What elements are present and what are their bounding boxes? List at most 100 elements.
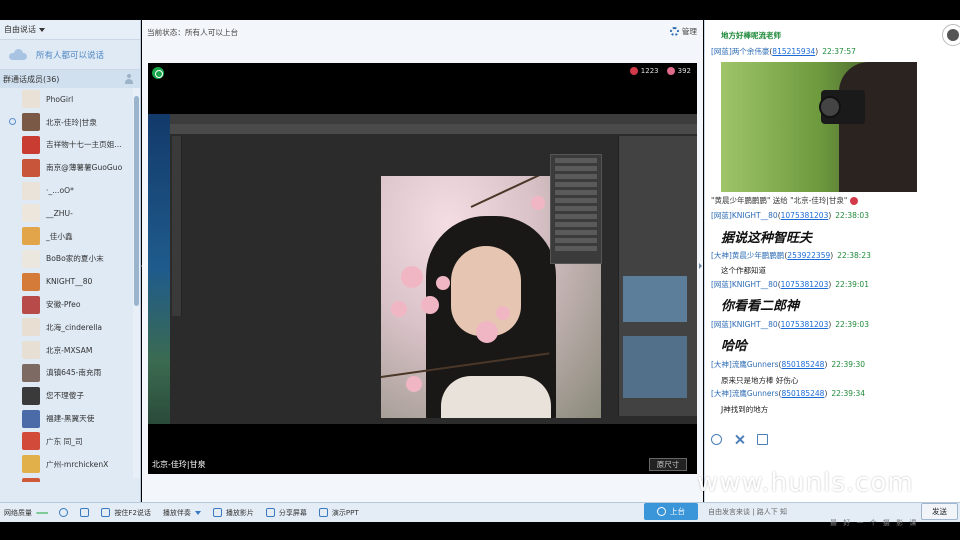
scissors-icon[interactable]: [734, 434, 745, 445]
desktop-strip: [148, 114, 170, 424]
speaker-icon: [80, 508, 90, 517]
on-stage-button[interactable]: 上台: [644, 503, 698, 520]
chat-message-text: J神找到的地方: [721, 405, 769, 414]
member-item[interactable]: 北海_cinderella: [0, 316, 132, 339]
member-name: PhoGirl: [46, 94, 74, 104]
avatar: [22, 135, 40, 154]
chat-input-hint: 自由发言来谈 | 路人下 知: [708, 508, 788, 516]
member-name: 贵阳-开始练习: [46, 481, 94, 482]
chevron-down-icon: [194, 510, 201, 515]
watermark: www.hunls.com: [697, 468, 914, 498]
chat-message-meta: [大神]流鹰Gunners(850185248) 22:39:30: [711, 360, 866, 369]
flower-count: 1223: [640, 67, 659, 75]
member-item[interactable]: 广东 同_司: [0, 430, 132, 453]
share-screen-button[interactable]: 分享屏幕: [265, 508, 307, 518]
speaking-icon: [9, 117, 16, 125]
member-name: __ZHU-: [46, 208, 73, 218]
member-item[interactable]: 贵阳-开始练习: [0, 476, 132, 482]
bottom-black-bar: [0, 522, 960, 540]
photoshop-menubar: [170, 114, 697, 124]
photoshop-history-panel: [550, 154, 602, 264]
checkbox-icon: [101, 508, 111, 517]
member-item[interactable]: 安徽-Pfeo: [0, 293, 132, 316]
image-icon[interactable]: [757, 434, 768, 445]
play-video-button[interactable]: 播放影片: [212, 508, 254, 518]
play-music-button[interactable]: 播放伴奏: [163, 508, 201, 518]
member-item[interactable]: 吉祥物十七一主页姐...: [0, 134, 132, 157]
signal-bars: ------: [36, 508, 48, 517]
member-item[interactable]: 北京-MXSAM: [0, 339, 132, 362]
original-size-button[interactable]: 原尺寸: [649, 458, 687, 471]
member-header: 群通话成员(36): [0, 70, 140, 88]
avatar: [22, 158, 40, 177]
avatar: [22, 249, 40, 268]
member-name: 北海_cinderella: [46, 322, 103, 332]
member-item[interactable]: ·_...oO*: [0, 179, 132, 202]
member-name: _佳小鑫: [46, 231, 73, 241]
avatar: [22, 272, 40, 291]
chat-message-text: 原来只是地方棒 好伤心: [721, 376, 799, 385]
member-item[interactable]: 福建-黑翼天使: [0, 407, 132, 430]
member-item[interactable]: 北京-佳玲|甘泉: [0, 111, 132, 134]
emoji-icon[interactable]: [711, 434, 722, 445]
member-name: 广州-mrchickenX: [46, 459, 109, 469]
member-count-label: 群通话成员(36): [3, 74, 60, 84]
member-name: ·_...oO*: [46, 186, 74, 196]
close-icon[interactable]: [942, 24, 960, 46]
speak-mode-label: 自由说话: [4, 25, 36, 34]
chat-message-meta: [网蓝]KNIGHT__80(1075381203) 22:38:03: [711, 211, 869, 220]
avatar: [22, 204, 40, 223]
avatar: [22, 90, 40, 109]
member-name: 滇镇645-南充雨: [46, 368, 102, 378]
speak-mode-dropdown[interactable]: 自由说话: [0, 20, 140, 40]
member-item[interactable]: PhoGirl: [0, 88, 132, 111]
push-to-talk-button[interactable]: 按住F2说话: [101, 508, 151, 518]
member-item[interactable]: KNIGHT__80: [0, 270, 132, 293]
top-black-bar: [0, 0, 960, 20]
chat-message-meta: [网蓝]KNIGHT__80(1075381203) 22:39:03: [711, 320, 869, 329]
chat-header-name: 地方好棒呢流老师: [721, 31, 781, 40]
member-name: 福建-黑翼天使: [46, 414, 95, 424]
gear-icon: [669, 27, 679, 36]
member-item[interactable]: 南京@薄薯薯GuoGuo: [0, 156, 132, 179]
ppt-button[interactable]: 演示PPT: [318, 508, 359, 518]
mic-button[interactable]: [59, 508, 69, 517]
collapse-right-arrow-icon[interactable]: [699, 263, 702, 269]
play-music-label: 播放伴奏: [162, 508, 191, 517]
chat-message-text: 这个作都知道: [721, 266, 766, 275]
speaker-button[interactable]: [80, 508, 90, 517]
microphone-icon: [59, 508, 69, 517]
avatar: [22, 477, 40, 482]
chevron-down-icon: [39, 27, 45, 32]
flower-icon: [849, 197, 858, 205]
member-name: KNIGHT__80: [46, 277, 93, 287]
watermark-subtitle: 最 好 一 个 摄 影 课: [830, 519, 919, 527]
person-icon[interactable]: [124, 74, 134, 84]
manage-label: 管理: [681, 27, 697, 36]
live-icon: [152, 67, 164, 79]
member-item[interactable]: 滇镇645-南充雨: [0, 362, 132, 385]
member-item[interactable]: 广州-mrchickenX: [0, 453, 132, 476]
video-area: 当前状态：所有人可以上台 管理 1223 392 北京-佳玲|甘泉 原尺寸: [142, 20, 703, 502]
member-name: 北京-佳玲|甘泉: [46, 117, 97, 127]
avatar: [22, 432, 40, 451]
avatar: [22, 318, 40, 337]
speak-notice-text: 所有人都可以说话: [36, 50, 105, 61]
member-item[interactable]: __ZHU-: [0, 202, 132, 225]
scrollbar-thumb[interactable]: [134, 96, 139, 306]
member-list-scrollbar[interactable]: [133, 88, 140, 478]
member-item[interactable]: _佳小鑫: [0, 225, 132, 248]
member-item[interactable]: BoBo家的夏小末: [0, 248, 132, 271]
room-status-text: 当前状态：所有人可以上台: [147, 28, 239, 37]
chat-image[interactable]: [721, 62, 917, 192]
gift-count: 392: [677, 67, 691, 75]
send-button[interactable]: 发送: [921, 503, 958, 520]
member-item[interactable]: 您不理傻子: [0, 384, 132, 407]
speak-notice: 所有人都可以说话: [0, 40, 140, 70]
member-name: 南京@薄薯薯GuoGuo: [46, 163, 123, 173]
member-name: 北京-MXSAM: [46, 345, 93, 355]
photoshop-layers-panel: [618, 136, 697, 416]
video-player[interactable]: 1223 392 北京-佳玲|甘泉 原尺寸: [148, 63, 697, 474]
manage-button[interactable]: 管理: [669, 26, 697, 37]
avatar: [22, 455, 40, 474]
